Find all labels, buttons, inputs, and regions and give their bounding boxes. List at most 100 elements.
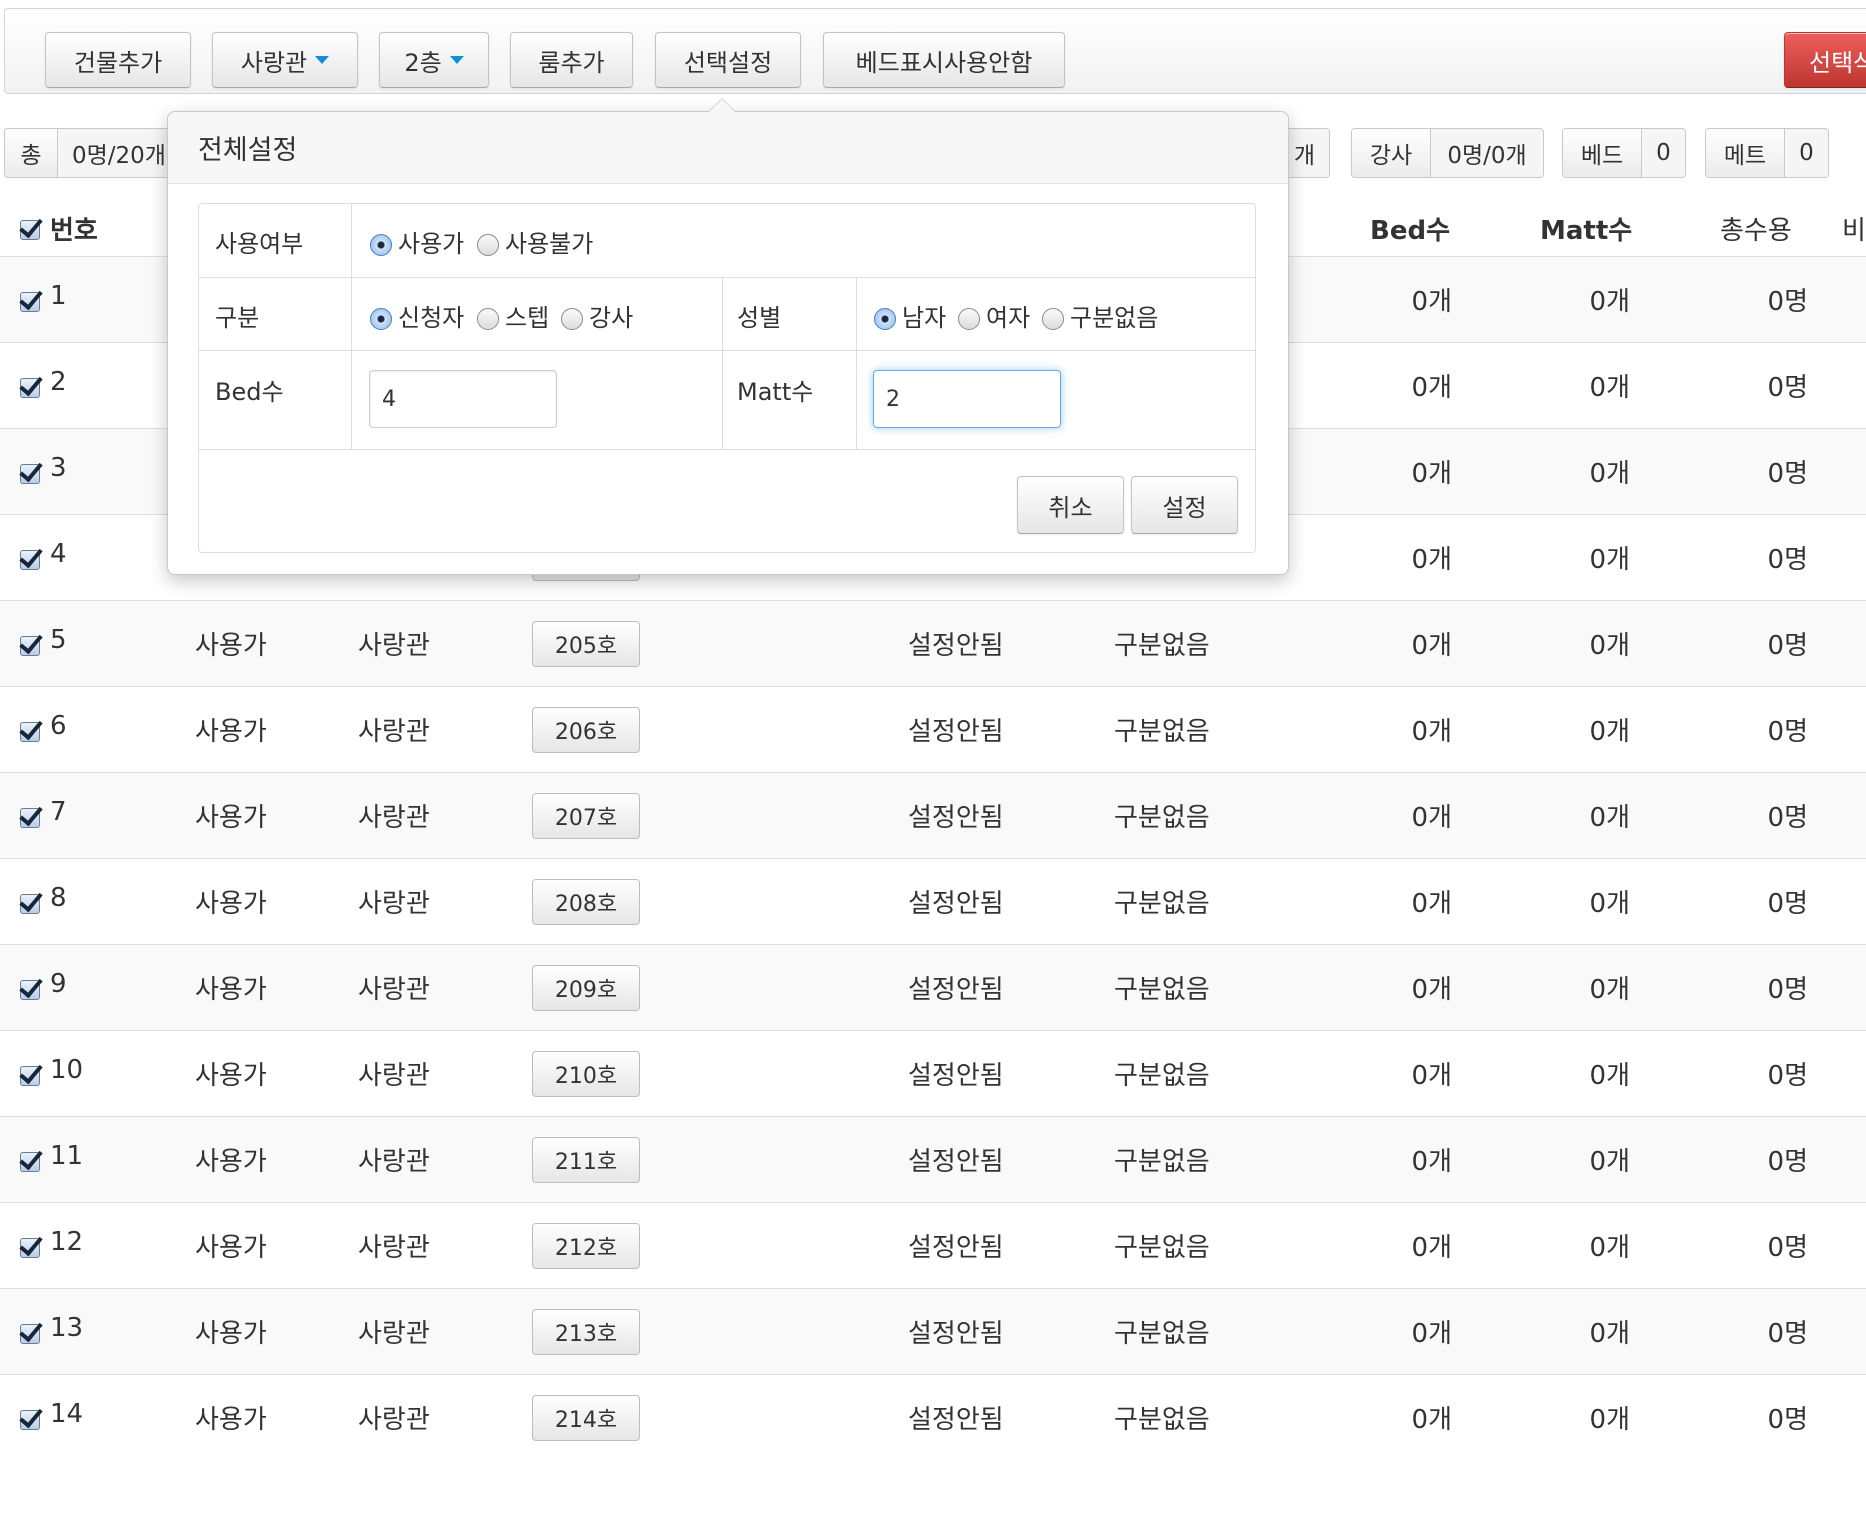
row-checkbox[interactable] xyxy=(20,550,40,570)
row-bed-count: 0개 xyxy=(1411,373,1452,403)
row-usage: 사용가 xyxy=(195,803,267,833)
row-number: 3 xyxy=(50,453,67,483)
table-row[interactable]: 13 사용가 사랑관 213호 설정안됨 구분없음 0개 0개 0명 xyxy=(0,1288,1866,1374)
bed-count-input[interactable]: 4 xyxy=(369,370,557,428)
mat-stat: 메트 0 xyxy=(1705,128,1829,178)
row-matt-count: 0개 xyxy=(1589,1061,1630,1091)
room-button[interactable]: 210호 xyxy=(532,1051,640,1097)
row-capacity: 0명 xyxy=(1767,287,1808,317)
cancel-button[interactable]: 취소 xyxy=(1017,476,1124,534)
room-button[interactable]: 207호 xyxy=(532,793,640,839)
usage-option-unavailable: 사용불가 xyxy=(505,230,594,258)
confirm-button[interactable]: 설정 xyxy=(1131,476,1238,534)
table-row[interactable]: 11 사용가 사랑관 211호 설정안됨 구분없음 0개 0개 0명 xyxy=(0,1116,1866,1202)
usage-option-available: 사용가 xyxy=(398,230,465,258)
room-button[interactable]: 208호 xyxy=(532,879,640,925)
row-number: 8 xyxy=(50,883,67,913)
building-dropdown[interactable]: 사랑관 xyxy=(212,32,358,88)
row-checkbox[interactable] xyxy=(20,1324,40,1344)
usage-radio-available[interactable] xyxy=(370,234,392,256)
room-button[interactable]: 206호 xyxy=(532,707,640,753)
row-gender: 구분없음 xyxy=(1114,1147,1210,1177)
add-room-button[interactable]: 룸추가 xyxy=(510,32,633,88)
divider xyxy=(856,277,857,449)
row-capacity: 0명 xyxy=(1767,1233,1808,1263)
row-checkbox[interactable] xyxy=(20,464,40,484)
usage-radio-unavailable[interactable] xyxy=(477,234,499,256)
add-room-label: 룸추가 xyxy=(538,48,605,77)
row-checkbox[interactable] xyxy=(20,722,40,742)
row-checkbox[interactable] xyxy=(20,636,40,656)
table-row[interactable]: 7 사용가 사랑관 207호 설정안됨 구분없음 0개 0개 0명 xyxy=(0,772,1866,858)
table-row[interactable]: 9 사용가 사랑관 209호 설정안됨 구분없음 0개 0개 0명 xyxy=(0,944,1866,1030)
row-building: 사랑관 xyxy=(358,803,430,833)
row-checkbox[interactable] xyxy=(20,1410,40,1430)
table-row[interactable]: 14 사용가 사랑관 214호 설정안됨 구분없음 0개 0개 0명 xyxy=(0,1374,1866,1460)
row-matt-count: 0개 xyxy=(1589,545,1630,575)
gender-radio-male[interactable] xyxy=(874,308,896,330)
room-button[interactable]: 214호 xyxy=(532,1395,640,1441)
select-settings-button[interactable]: 선택설정 xyxy=(655,32,801,88)
row-checkbox[interactable] xyxy=(20,1066,40,1086)
row-matt-count: 0개 xyxy=(1589,1147,1630,1177)
delete-selected-button[interactable]: 선택삭 xyxy=(1784,32,1866,88)
row-number: 12 xyxy=(50,1227,84,1257)
table-row[interactable]: 10 사용가 사랑관 210호 설정안됨 구분없음 0개 0개 0명 xyxy=(0,1030,1866,1116)
row-building: 사랑관 xyxy=(358,631,430,661)
row-matt-count: 0개 xyxy=(1589,373,1630,403)
row-matt-count: 0개 xyxy=(1589,1319,1630,1349)
total-stat-value: 0명/20개 xyxy=(58,129,183,177)
row-checkbox[interactable] xyxy=(20,808,40,828)
room-button[interactable]: 205호 xyxy=(532,621,640,667)
category-radio-instructor[interactable] xyxy=(561,308,583,330)
row-checkbox[interactable] xyxy=(20,292,40,312)
row-checkbox[interactable] xyxy=(20,980,40,1000)
bed-display-off-button[interactable]: 베드표시사용안함 xyxy=(823,32,1065,88)
table-row[interactable]: 8 사용가 사랑관 208호 설정안됨 구분없음 0개 0개 0명 xyxy=(0,858,1866,944)
room-button[interactable]: 209호 xyxy=(532,965,640,1011)
add-building-button[interactable]: 건물추가 xyxy=(45,32,191,88)
category-radio-applicant[interactable] xyxy=(370,308,392,330)
floor-dropdown[interactable]: 2층 xyxy=(379,32,489,88)
row-number: 1 xyxy=(50,281,67,311)
table-row[interactable]: 12 사용가 사랑관 212호 설정안됨 구분없음 0개 0개 0명 xyxy=(0,1202,1866,1288)
row-bed-count: 0개 xyxy=(1411,717,1452,747)
row-category: 설정안됨 xyxy=(908,1319,1004,1349)
room-button[interactable]: 212호 xyxy=(532,1223,640,1269)
mat-stat-label: 메트 xyxy=(1706,129,1785,177)
row-checkbox[interactable] xyxy=(20,1152,40,1172)
matt-count-label: Matt수 xyxy=(737,378,814,406)
room-button[interactable]: 211호 xyxy=(532,1137,640,1183)
category-option-applicant: 신청자 xyxy=(398,304,465,332)
select-settings-label: 선택설정 xyxy=(683,48,773,77)
row-matt-count: 0개 xyxy=(1589,1233,1630,1263)
row-capacity: 0명 xyxy=(1767,975,1808,1005)
divider xyxy=(722,277,723,449)
row-checkbox[interactable] xyxy=(20,894,40,914)
row-bed-count: 0개 xyxy=(1411,1061,1452,1091)
matt-count-input[interactable]: 2 xyxy=(873,370,1061,428)
header-number: 번호 xyxy=(50,216,98,246)
table-row[interactable]: 6 사용가 사랑관 206호 설정안됨 구분없음 0개 0개 0명 xyxy=(0,686,1866,772)
divider xyxy=(351,204,352,449)
instructor-stat-value: 0명/0개 xyxy=(1431,129,1543,177)
row-matt-count: 0개 xyxy=(1589,287,1630,317)
row-category: 설정안됨 xyxy=(908,975,1004,1005)
row-capacity: 0명 xyxy=(1767,1319,1808,1349)
row-checkbox[interactable] xyxy=(20,378,40,398)
category-radio-staff[interactable] xyxy=(477,308,499,330)
mat-stat-value: 0 xyxy=(1785,129,1828,177)
gender-radio-none[interactable] xyxy=(1042,308,1064,330)
row-checkbox[interactable] xyxy=(20,1238,40,1258)
row-usage: 사용가 xyxy=(195,1405,267,1435)
row-category: 설정안됨 xyxy=(908,1061,1004,1091)
select-all-checkbox[interactable] xyxy=(20,220,40,240)
row-gender: 구분없음 xyxy=(1114,1233,1210,1263)
table-row[interactable]: 5 사용가 사랑관 205호 설정안됨 구분없음 0개 0개 0명 xyxy=(0,600,1866,686)
room-button[interactable]: 213호 xyxy=(532,1309,640,1355)
row-matt-count: 0개 xyxy=(1589,803,1630,833)
gender-radio-female[interactable] xyxy=(958,308,980,330)
row-building: 사랑관 xyxy=(358,717,430,747)
total-stat-label: 총 xyxy=(5,129,58,177)
row-capacity: 0명 xyxy=(1767,373,1808,403)
